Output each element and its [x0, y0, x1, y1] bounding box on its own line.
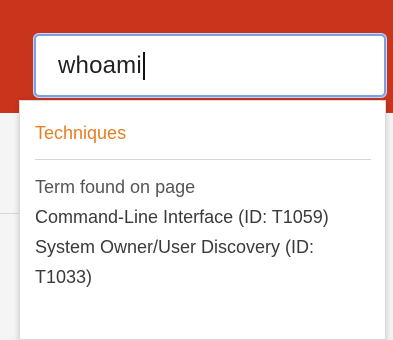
section-header-techniques: Techniques	[35, 123, 127, 143]
text-caret	[142, 51, 145, 80]
search-input-value: whoami	[58, 51, 142, 79]
result-item-system-owner-user-discovery[interactable]: System Owner/User Discovery (ID: T1033)	[35, 232, 371, 292]
result-item-command-line-interface[interactable]: Command-Line Interface (ID: T1059)	[35, 202, 371, 232]
search-suggestions-dropdown: Techniques Term found on page Command-Li…	[19, 100, 386, 340]
search-input[interactable]: whoami	[34, 34, 386, 97]
section-divider	[35, 159, 371, 160]
term-found-note: Term found on page	[35, 177, 196, 197]
background-divider	[0, 213, 20, 214]
